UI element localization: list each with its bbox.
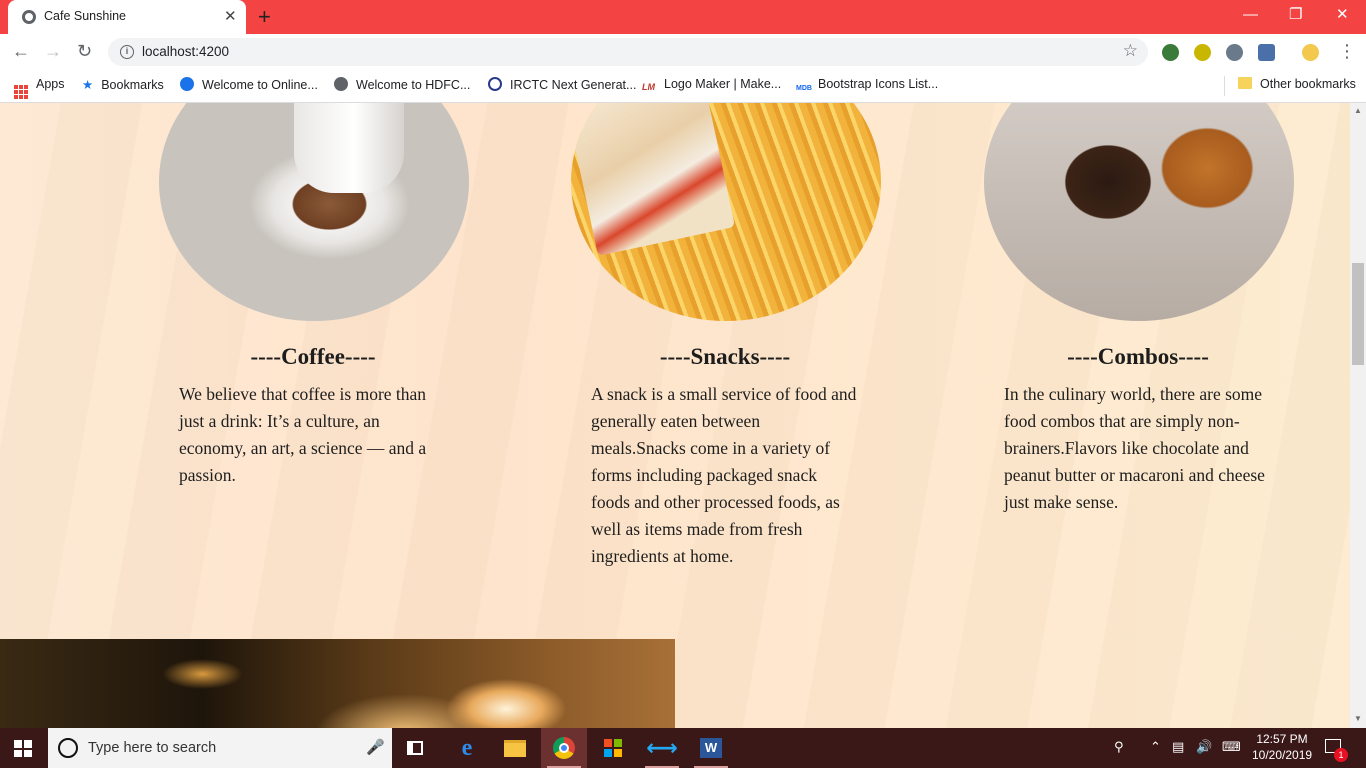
globe-icon (22, 10, 36, 24)
extension-icon[interactable] (1194, 44, 1211, 61)
bookmark-item[interactable]: LM Logo Maker | Make... (642, 77, 781, 96)
card-title: ----Snacks---- (659, 344, 791, 369)
edge-icon[interactable]: e (444, 728, 490, 768)
scroll-down-arrow-icon[interactable]: ▼ (1354, 714, 1362, 723)
keyboard-icon[interactable]: ⌨ (1222, 739, 1241, 755)
card-text: In the culinary world, there are some fo… (1004, 384, 1265, 512)
star-icon: ★ (82, 78, 94, 92)
bookmark-item[interactable]: Welcome to Online... (180, 77, 318, 92)
coffee-image (159, 103, 469, 321)
scrollbar-thumb[interactable] (1352, 263, 1364, 365)
windows-taskbar: Type here to search 🎤 e ⟷ W ⚲ ⌃ ▤ 🔊 ⌨ 12… (0, 728, 1366, 768)
minimize-button[interactable]: — (1243, 6, 1258, 24)
globe-icon (180, 77, 194, 91)
card-text: We believe that coffee is more than just… (179, 384, 427, 485)
close-window-button[interactable]: ✕ (1336, 6, 1349, 24)
url-text[interactable]: localhost:4200 (142, 44, 229, 59)
volume-icon[interactable]: 🔊 (1196, 739, 1212, 755)
bookmark-item[interactable]: IRCTC Next Generat... (488, 77, 636, 92)
card-text: A snack is a small service of food and g… (591, 384, 857, 566)
extension-icon[interactable] (1162, 44, 1179, 61)
cortana-icon (58, 738, 78, 758)
irctc-icon (488, 77, 502, 91)
task-view-icon[interactable] (392, 728, 438, 768)
info-icon[interactable]: i (120, 45, 134, 59)
clock-date: 10/20/2019 (1252, 748, 1313, 762)
taskbar-search-box[interactable]: Type here to search 🎤 (48, 728, 392, 768)
file-explorer-icon[interactable] (492, 728, 538, 768)
taskbar-clock[interactable]: 12:57 PM 10/20/2019 (1252, 731, 1312, 763)
address-bar[interactable]: i localhost:4200 ☆ (108, 38, 1148, 66)
vscode-icon[interactable]: ⟷ (639, 728, 685, 768)
store-icon[interactable] (590, 728, 636, 768)
tab-title: Cafe Sunshine (44, 9, 127, 23)
bookmark-item[interactable]: ★ Bookmarks (82, 77, 164, 92)
notification-badge: 1 (1334, 748, 1348, 762)
people-icon[interactable]: ⚲ (1114, 739, 1124, 755)
other-bookmarks[interactable]: Other bookmarks (1238, 77, 1356, 91)
forward-button[interactable]: → (44, 40, 62, 62)
profile-avatar-icon[interactable] (1302, 44, 1319, 61)
microphone-icon[interactable]: 🎤 (366, 738, 385, 756)
bookmark-item[interactable]: Welcome to HDFC... (334, 77, 470, 92)
mdb-icon: MDB (796, 85, 812, 92)
browser-tab-strip: Cafe Sunshine ✕ + — ❐ ✕ (0, 0, 1366, 34)
bookmark-apps[interactable]: Apps (14, 77, 65, 99)
windows-start-icon[interactable] (14, 740, 32, 757)
card-title: ----Coffee---- (250, 344, 376, 369)
reload-button[interactable]: ↻ (77, 40, 92, 62)
bookmarks-bar: Apps ★ Bookmarks Welcome to Online... Wel… (0, 70, 1366, 103)
clock-time: 12:57 PM (1256, 732, 1308, 746)
bookmark-star-icon[interactable]: ☆ (1123, 41, 1138, 61)
search-placeholder[interactable]: Type here to search (88, 740, 216, 756)
word-icon[interactable]: W (688, 728, 734, 768)
page-content: ----Coffee---- We believe that coffee is… (0, 103, 1350, 728)
scroll-up-arrow-icon[interactable]: ▲ (1354, 106, 1362, 115)
tab-close-button[interactable]: ✕ (224, 7, 237, 27)
divider (1224, 76, 1225, 96)
browser-toolbar: ← → ↻ i localhost:4200 ☆ ⋮ (0, 34, 1366, 70)
network-icon[interactable]: ▤ (1172, 739, 1184, 755)
globe-icon (334, 77, 348, 91)
bookmark-item[interactable]: MDB Bootstrap Icons List... (796, 77, 938, 99)
apps-grid-icon (14, 85, 28, 99)
new-tab-button[interactable]: + (258, 4, 271, 30)
card-title: ----Combos---- (1067, 344, 1209, 369)
page-scrollbar[interactable]: ▲ ▼ (1350, 103, 1366, 728)
extension-icon[interactable] (1258, 44, 1275, 61)
show-hidden-icons-chevron-icon[interactable]: ⌃ (1150, 739, 1161, 755)
folder-icon (1238, 77, 1252, 89)
menu-kebab-icon[interactable]: ⋮ (1338, 40, 1356, 62)
extension-icon[interactable] (1226, 44, 1243, 61)
cafe-photo (0, 639, 675, 728)
combos-image (984, 103, 1294, 321)
restore-button[interactable]: ❐ (1289, 6, 1302, 24)
browser-tab[interactable]: Cafe Sunshine ✕ (8, 0, 246, 34)
back-button[interactable]: ← (12, 40, 30, 62)
lm-icon: LM (642, 82, 655, 92)
chrome-icon[interactable] (541, 728, 587, 768)
snacks-image (571, 103, 881, 321)
